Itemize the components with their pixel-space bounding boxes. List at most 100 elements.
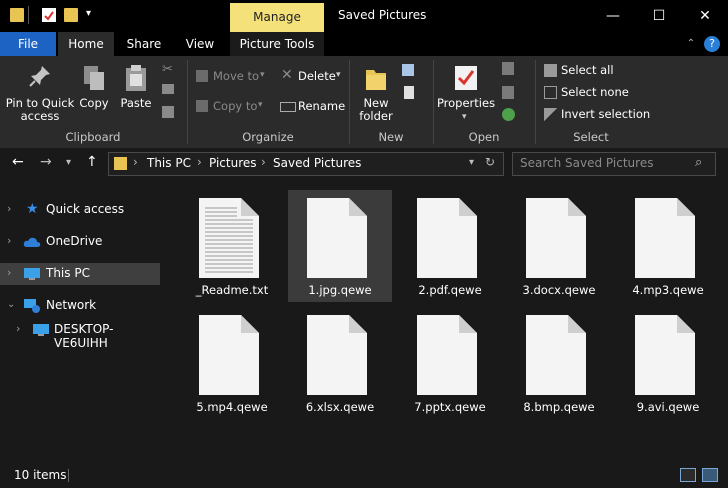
refresh-icon[interactable]: ↻ — [485, 155, 495, 169]
blank-file-icon — [635, 198, 695, 278]
invert-selection-icon — [544, 108, 557, 121]
open-icon[interactable] — [502, 62, 514, 75]
file-name: _Readme.txt — [195, 283, 269, 297]
sidebar-item-quick-access[interactable]: › ★ Quick access — [0, 199, 160, 221]
properties-icon[interactable] — [42, 8, 56, 22]
chevron-right-icon: › — [197, 155, 202, 169]
minimize-button[interactable]: — — [590, 0, 636, 32]
new-folder-label: New folder — [359, 96, 393, 123]
copy-to-icon — [196, 100, 208, 112]
chevron-down-icon: ▾ — [462, 112, 467, 122]
back-icon[interactable]: ← — [12, 154, 24, 170]
close-button[interactable]: ✕ — [682, 0, 728, 32]
breadcrumb-pictures[interactable]: Pictures — [209, 156, 257, 170]
new-item-icon[interactable] — [402, 64, 414, 76]
collapse-ribbon-icon[interactable]: ⌃ — [684, 32, 698, 56]
sidebar-item-desktop[interactable]: › DESKTOP-VE6UIHH — [0, 319, 160, 350]
move-to-icon — [196, 70, 208, 82]
file-item[interactable]: 9.avi.qewe — [616, 307, 720, 419]
search-box[interactable]: Search Saved Pictures ⌕ — [512, 152, 716, 176]
sidebar-item-onedrive[interactable]: › OneDrive — [0, 231, 160, 253]
folder-icon[interactable] — [10, 8, 24, 22]
properties-label: Properties — [436, 96, 496, 110]
delete-icon: ✕ — [281, 67, 293, 83]
chevron-right-icon[interactable]: › — [7, 234, 11, 247]
chevron-down-icon[interactable]: ⌄ — [7, 299, 15, 310]
breadcrumb-saved-pictures[interactable]: Saved Pictures — [273, 156, 361, 170]
file-item[interactable]: 5.mp4.qewe — [180, 307, 284, 419]
sidebar-item-label: DESKTOP-VE6UIHH — [54, 322, 114, 350]
file-item[interactable]: 3.docx.qewe — [507, 190, 611, 302]
sidebar-item-label: Quick access — [46, 202, 125, 216]
edit-icon[interactable] — [502, 86, 514, 99]
tab-file[interactable]: File — [0, 32, 56, 56]
blank-file-icon — [526, 198, 586, 278]
move-to-label: Move to — [213, 69, 260, 83]
copy-path-icon[interactable] — [162, 84, 174, 94]
file-name: 2.pdf.qewe — [418, 283, 482, 297]
file-item[interactable]: 7.pptx.qewe — [398, 307, 502, 419]
forward-icon[interactable]: → — [40, 154, 52, 170]
chevron-down-icon[interactable]: ▾ — [469, 157, 474, 168]
file-item[interactable]: 1.jpg.qewe — [288, 190, 392, 302]
search-input[interactable]: Search Saved Pictures — [520, 156, 653, 170]
clipboard-group-label: Clipboard — [65, 130, 121, 144]
file-item[interactable]: 8.bmp.qewe — [507, 307, 611, 419]
chevron-right-icon[interactable]: › — [7, 266, 11, 279]
details-view-icon[interactable] — [680, 468, 696, 482]
cut-icon[interactable]: ✂ — [162, 62, 173, 77]
tab-view[interactable]: View — [172, 32, 228, 56]
file-item[interactable]: 2.pdf.qewe — [398, 190, 502, 302]
chevron-right-icon[interactable]: › — [7, 202, 11, 215]
rename-icon — [280, 102, 296, 112]
blank-file-icon — [417, 198, 477, 278]
help-icon[interactable]: ? — [704, 36, 720, 52]
sidebar-item-this-pc[interactable]: › This PC — [0, 263, 160, 285]
copy-icon — [84, 66, 104, 90]
chevron-down-icon: ▾ — [260, 70, 265, 80]
tab-picture-tools[interactable]: Picture Tools — [230, 32, 324, 56]
paste-shortcut-icon[interactable] — [162, 106, 174, 118]
new-folder-icon[interactable] — [64, 8, 78, 22]
tab-share[interactable]: Share — [116, 32, 172, 56]
maximize-button[interactable]: ☐ — [636, 0, 682, 32]
computer-icon — [24, 268, 40, 280]
file-item[interactable]: 4.mp3.qewe — [616, 190, 720, 302]
folder-icon — [114, 157, 127, 170]
divider — [68, 469, 69, 482]
recent-locations-icon[interactable]: ▾ — [66, 157, 71, 168]
blank-file-icon — [526, 315, 586, 395]
history-icon[interactable] — [502, 108, 515, 121]
file-name: 6.xlsx.qewe — [305, 400, 375, 414]
blank-file-icon — [307, 315, 367, 395]
paste-icon — [126, 65, 146, 91]
breadcrumb-this-pc[interactable]: This PC — [147, 156, 191, 170]
address-bar[interactable]: › This PC › Pictures › Saved Pictures ▾ … — [108, 152, 504, 176]
up-icon[interactable]: ↑ — [86, 154, 98, 170]
navigation-pane: › ★ Quick access › OneDrive › This PC ⌄ … — [0, 188, 162, 460]
file-name: 7.pptx.qewe — [414, 400, 486, 414]
file-name: 9.avi.qewe — [636, 400, 700, 414]
sidebar-item-network[interactable]: ⌄ Network — [0, 295, 160, 317]
chevron-right-icon[interactable]: › — [16, 322, 20, 335]
file-item[interactable]: _Readme.txt — [180, 190, 284, 302]
properties-icon — [455, 66, 477, 90]
customize-chevron-icon[interactable]: ▾ — [86, 8, 100, 22]
tab-home[interactable]: Home — [58, 32, 114, 56]
title-bar: ▾ Manage Saved Pictures — ☐ ✕ — [0, 0, 728, 32]
copy-label: Copy — [79, 96, 109, 110]
large-icons-view-icon[interactable] — [702, 468, 718, 482]
file-name: 4.mp3.qewe — [632, 283, 704, 297]
manage-context-tab[interactable]: Manage — [230, 3, 324, 32]
file-item[interactable]: 6.xlsx.qewe — [288, 307, 392, 419]
easy-access-icon[interactable] — [404, 86, 414, 99]
select-all-icon — [544, 64, 557, 77]
divider — [28, 6, 29, 24]
pin-label: Pin to Quick access — [5, 96, 75, 123]
text-file-icon — [199, 198, 259, 278]
file-name: 3.docx.qewe — [522, 283, 596, 297]
blank-file-icon — [417, 315, 477, 395]
select-all-label: Select all — [561, 63, 614, 77]
search-icon[interactable]: ⌕ — [695, 155, 702, 170]
rename-label: Rename — [298, 99, 346, 113]
